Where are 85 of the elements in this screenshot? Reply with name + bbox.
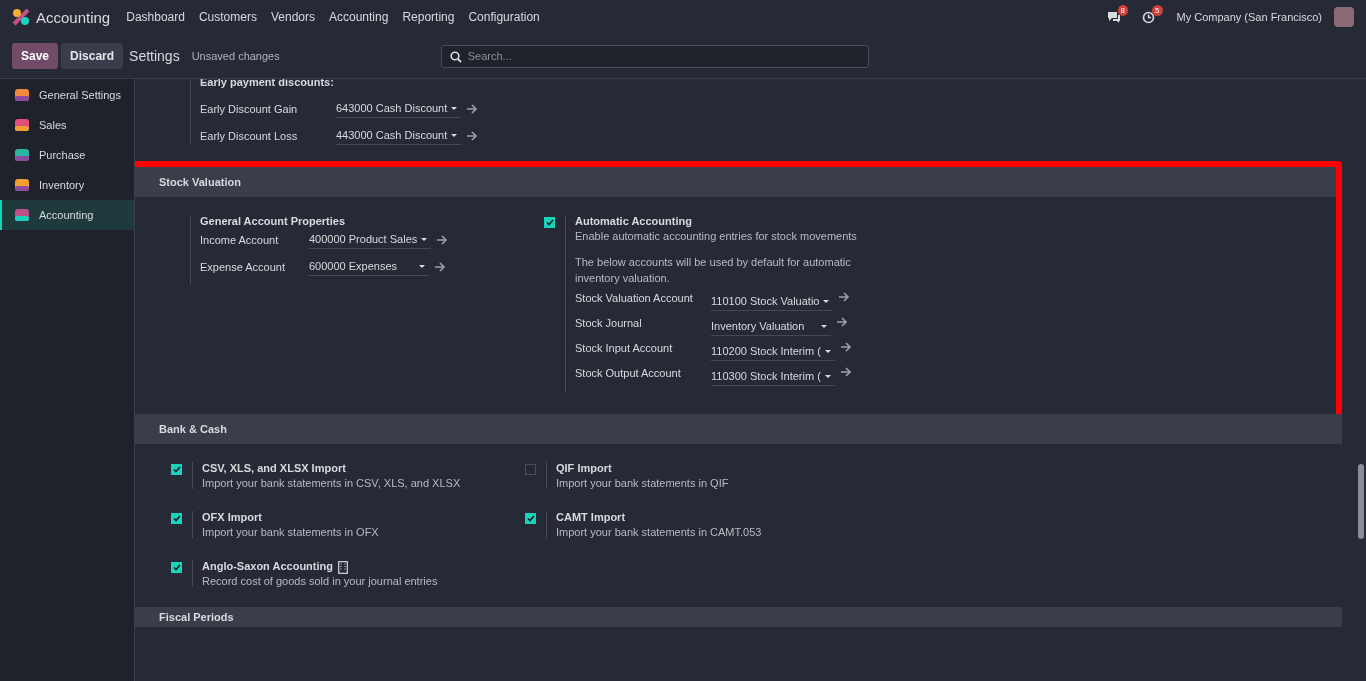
arrow-right-icon[interactable] bbox=[840, 342, 852, 352]
setting-title: CSV, XLS, and XLSX Import bbox=[202, 462, 346, 474]
app-name[interactable]: Accounting bbox=[36, 8, 111, 26]
section-header: Bank & Cash bbox=[135, 414, 1342, 444]
menu-item[interactable]: Dashboard bbox=[126, 10, 185, 24]
sidebar-item[interactable]: General Settings bbox=[0, 80, 134, 110]
setting-title: OFX Import bbox=[202, 511, 262, 523]
setting-title: Anglo-Saxon Accounting bbox=[202, 560, 333, 572]
company-switcher[interactable]: My Company (San Francisco) bbox=[1176, 11, 1322, 23]
app-icon bbox=[14, 117, 30, 133]
search-icon bbox=[449, 50, 462, 63]
field-label: Early Discount Gain bbox=[200, 102, 299, 115]
checkbox[interactable] bbox=[525, 513, 536, 524]
sidebar-item[interactable]: Sales bbox=[0, 110, 134, 140]
sidebar-item[interactable]: Purchase bbox=[0, 140, 134, 170]
field-label: Expense Account bbox=[200, 260, 286, 273]
save-button[interactable]: Save bbox=[12, 43, 59, 69]
sidebar-item[interactable]: Accounting bbox=[0, 200, 134, 230]
clock-icon[interactable] bbox=[1142, 10, 1156, 24]
menu-item[interactable]: Accounting bbox=[329, 10, 389, 24]
section-header: Fiscal Periods bbox=[135, 607, 1342, 627]
checkbox[interactable] bbox=[525, 464, 536, 475]
field-label: Stock Output Account bbox=[575, 367, 682, 379]
unsaved-status: Unsaved changes bbox=[191, 50, 280, 62]
setting-description: Import your bank statements in QIF bbox=[556, 477, 729, 489]
account-select[interactable]: Inventory Valuation bbox=[711, 317, 831, 336]
setting-note: The below accounts will be used by default for automatic inventory valuation. bbox=[575, 255, 852, 286]
app-icon bbox=[14, 177, 30, 193]
checkbox[interactable] bbox=[171, 562, 182, 573]
account-select[interactable]: 400000 Product Sales bbox=[309, 230, 432, 249]
subsection-heading: Early payment discounts: bbox=[200, 79, 335, 90]
field-label: Stock Journal bbox=[575, 317, 643, 329]
account-select[interactable]: 600000 Expenses bbox=[309, 257, 429, 276]
arrow-right-icon[interactable] bbox=[435, 261, 446, 272]
checkbox[interactable] bbox=[544, 217, 555, 228]
field-label: Stock Input Account bbox=[575, 342, 674, 354]
arrow-right-icon[interactable] bbox=[467, 130, 479, 141]
app-icon bbox=[14, 87, 30, 103]
caret-icon bbox=[421, 237, 428, 241]
sidebar-item[interactable]: Inventory bbox=[0, 170, 134, 200]
checkbox[interactable] bbox=[171, 464, 182, 475]
subsection-heading: General Account Properties bbox=[200, 215, 347, 227]
arrow-right-icon[interactable] bbox=[437, 234, 449, 245]
setting-title: Automatic Accounting bbox=[575, 215, 693, 227]
app-icon bbox=[14, 207, 30, 223]
activity-count-badge: 5 bbox=[1152, 4, 1163, 16]
setting-description: Import your bank statements in OFX bbox=[202, 526, 379, 538]
app-logo-icon[interactable] bbox=[12, 8, 30, 26]
account-select[interactable]: 110200 Stock Interim ( bbox=[711, 342, 835, 361]
field-label: Stock Valuation Account bbox=[575, 292, 694, 304]
app-icon bbox=[14, 147, 30, 163]
arrow-right-icon[interactable] bbox=[837, 317, 848, 327]
arrow-right-icon[interactable] bbox=[839, 292, 851, 302]
setting-title: QIF Import bbox=[556, 462, 612, 474]
setting-description: Enable automatic accounting entries for stock movements bbox=[575, 230, 857, 242]
caret-icon bbox=[824, 349, 831, 353]
chat-icon[interactable] bbox=[1106, 11, 1121, 23]
setting-title: CAMT Import bbox=[556, 511, 626, 523]
message-count-badge: 8 bbox=[1117, 5, 1129, 16]
arrow-right-icon[interactable] bbox=[467, 103, 479, 114]
setting-description: Record cost of goods sold in your journal entries bbox=[202, 575, 438, 587]
caret-icon bbox=[821, 324, 827, 328]
field-label: Income Account bbox=[200, 233, 280, 246]
field-label: Early Discount Loss bbox=[200, 129, 299, 142]
caret-icon bbox=[823, 299, 830, 303]
menu-item[interactable]: Configuration bbox=[468, 10, 540, 24]
checkbox[interactable] bbox=[171, 513, 182, 524]
menu-item[interactable]: Reporting bbox=[402, 10, 455, 24]
account-select[interactable]: 110100 Stock Valuatio bbox=[711, 292, 834, 311]
caret-icon bbox=[451, 106, 458, 110]
search-field[interactable]: Search... bbox=[440, 44, 869, 68]
menu-item[interactable]: Customers bbox=[198, 10, 257, 24]
scrollbar-thumb[interactable] bbox=[1358, 464, 1364, 539]
caret-icon bbox=[451, 133, 458, 137]
account-select[interactable]: 110300 Stock Interim ( bbox=[711, 367, 835, 386]
setting-description: Import your bank statements in CAMT.053 bbox=[556, 526, 762, 538]
setting-description: Import your bank statements in CSV, XLS, and XLSX bbox=[202, 477, 461, 489]
caret-icon bbox=[419, 264, 425, 268]
caret-icon bbox=[824, 374, 831, 378]
account-select[interactable]: 643000 Cash Discount bbox=[336, 99, 462, 118]
account-select[interactable]: 443000 Cash Discount bbox=[336, 126, 462, 145]
discard-button[interactable]: Discard bbox=[61, 43, 124, 69]
arrow-right-icon[interactable] bbox=[840, 367, 852, 377]
menu-item[interactable]: Vendors bbox=[270, 10, 315, 24]
page-title: Settings bbox=[129, 48, 180, 64]
